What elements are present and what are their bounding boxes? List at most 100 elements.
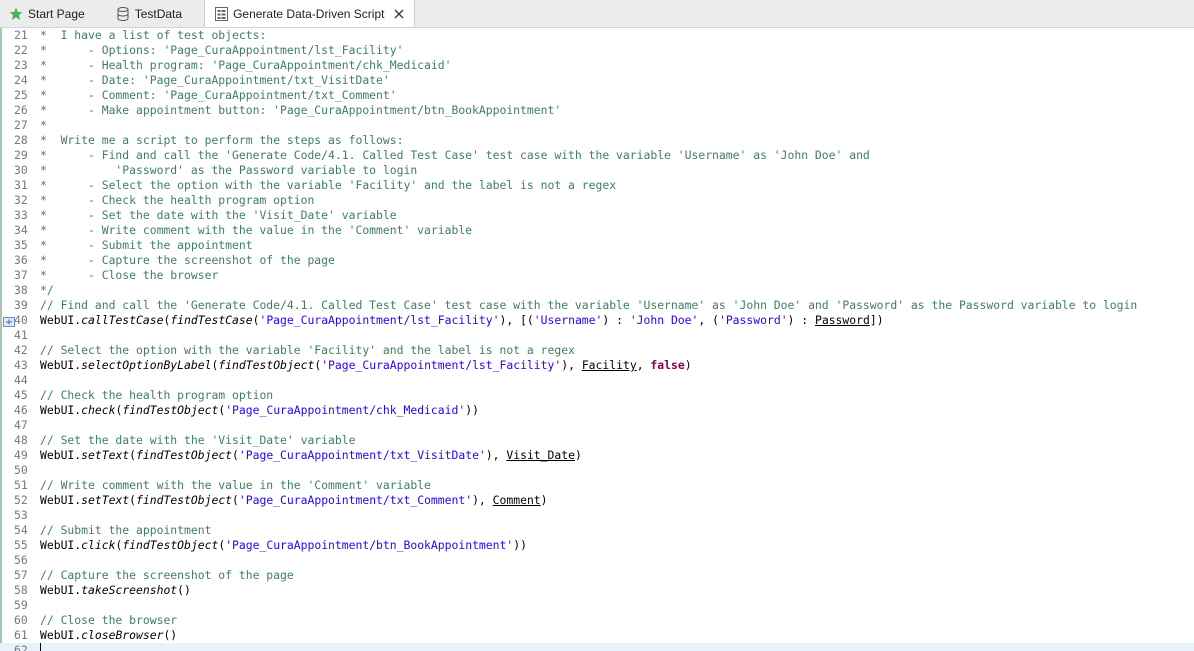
line-number: 41 [14, 328, 28, 342]
code-text: * - Date: 'Page_CuraAppointment/txt_Visi… [40, 73, 390, 87]
code-text: // Close the browser [40, 613, 178, 627]
code-line[interactable]: 27 * [0, 118, 1194, 133]
code-line[interactable]: 22 * - Options: 'Page_CuraAppointment/lst… [0, 43, 1194, 58]
code-text: // Capture the screenshot of the page [40, 568, 294, 582]
line-number: 27 [14, 118, 28, 132]
code-line[interactable]: 34 * - Write comment with the value in th… [0, 223, 1194, 238]
code-line[interactable]: 38 */ [0, 283, 1194, 298]
line-number: 53 [14, 508, 28, 522]
code-line[interactable]: 61 WebUI.closeBrowser() [0, 628, 1194, 643]
code-line[interactable]: 57 // Capture the screenshot of the page [0, 568, 1194, 583]
code-line[interactable]: 48 // Set the date with the 'Visit_Date' … [0, 433, 1194, 448]
tab-testdata[interactable]: TestData [107, 0, 190, 27]
code-line[interactable]: 62 [0, 643, 1194, 651]
line-number: 58 [14, 583, 28, 597]
code-line[interactable]: 36 * - Capture the screenshot of the page [0, 253, 1194, 268]
code-text: * - Write comment with the value in the … [40, 223, 473, 237]
line-number: 36 [14, 253, 28, 267]
code-line[interactable]: 31 * - Select the option with the variabl… [0, 178, 1194, 193]
code-line[interactable]: 46 WebUI.check(findTestObject('Page_CuraA… [0, 403, 1194, 418]
code-text: * I have a list of test objects: [40, 28, 267, 42]
code-line[interactable]: 24 * - Date: 'Page_CuraAppointment/txt_Vi… [0, 73, 1194, 88]
code-line[interactable]: 26 * - Make appointment button: 'Page_Cur… [0, 103, 1194, 118]
code-line[interactable]: 37 * - Close the browser [0, 268, 1194, 283]
code-text: * - Capture the screenshot of the page [40, 253, 335, 267]
code-line[interactable]: 21 * I have a list of test objects: [0, 28, 1194, 43]
line-number: 42 [14, 343, 28, 357]
line-number: 61 [14, 628, 28, 642]
code-text: WebUI.setText(findTestObject('Page_CuraA… [40, 448, 582, 462]
line-number: 50 [14, 463, 28, 477]
line-number: 23 [14, 58, 28, 72]
code-line[interactable]: 50 [0, 463, 1194, 478]
tab-start-page[interactable]: Start Page [0, 0, 93, 27]
code-line[interactable]: 42 // Select the option with the variable… [0, 343, 1194, 358]
code-line[interactable]: 51 // Write comment with the value in the… [0, 478, 1194, 493]
line-number: 46 [14, 403, 28, 417]
code-line[interactable]: 30 * 'Password' as the Password variable … [0, 163, 1194, 178]
code-line[interactable]: 55 WebUI.click(findTestObject('Page_CuraA… [0, 538, 1194, 553]
line-number: 51 [14, 478, 28, 492]
code-text [40, 643, 1194, 651]
code-editor[interactable]: 21 * I have a list of test objects: 22 * - … [0, 28, 1194, 651]
line-number: 45 [14, 388, 28, 402]
line-number: 22 [14, 43, 28, 57]
line-number: 48 [14, 433, 28, 447]
line-number: 25 [14, 88, 28, 102]
line-number: 60 [14, 613, 28, 627]
code-line[interactable]: 53 [0, 508, 1194, 523]
code-line[interactable]: 39 // Find and call the 'Generate Code/4.… [0, 298, 1194, 313]
code-line[interactable]: 23 * - Health program: 'Page_CuraAppointm… [0, 58, 1194, 73]
code-text: WebUI.callTestCase(findTestCase('Page_Cu… [40, 313, 884, 327]
code-line[interactable]: 44 [0, 373, 1194, 388]
code-text: // Set the date with the 'Visit_Date' va… [40, 433, 356, 447]
line-number: 52 [14, 493, 28, 507]
code-text: // Find and call the 'Generate Code/4.1.… [40, 298, 1138, 312]
code-line[interactable]: 25 * - Comment: 'Page_CuraAppointment/txt… [0, 88, 1194, 103]
warning-marker-icon[interactable] [3, 316, 15, 327]
line-number: 31 [14, 178, 28, 192]
code-text: * - Submit the appointment [40, 238, 253, 252]
code-line[interactable]: 52 WebUI.setText(findTestObject('Page_Cur… [0, 493, 1194, 508]
code-text: * - Set the date with the 'Visit_Date' v… [40, 208, 397, 222]
line-number: 30 [14, 163, 28, 177]
code-line[interactable]: 54 // Submit the appointment [0, 523, 1194, 538]
code-text: * Write me a script to perform the steps… [40, 133, 404, 147]
code-text: * [40, 118, 47, 132]
line-number: 40 [0, 313, 40, 328]
line-number: 57 [14, 568, 28, 582]
code-line[interactable]: 49 WebUI.setText(findTestObject('Page_Cur… [0, 448, 1194, 463]
code-line[interactable]: 60 // Close the browser [0, 613, 1194, 628]
line-number: 44 [14, 373, 28, 387]
code-line[interactable]: 28 * Write me a script to perform the ste… [0, 133, 1194, 148]
tab-generate-data-driven-script[interactable]: Generate Data-Driven Script [204, 0, 416, 27]
code-text: * - Make appointment button: 'Page_CuraA… [40, 103, 562, 117]
line-number: 43 [14, 358, 28, 372]
code-line[interactable]: 29 * - Find and call the 'Generate Code/4… [0, 148, 1194, 163]
code-line[interactable]: 58 WebUI.takeScreenshot() [0, 583, 1194, 598]
line-number: 47 [14, 418, 28, 432]
code-text: // Write comment with the value in the '… [40, 478, 431, 492]
line-number: 62 [14, 643, 28, 651]
code-line[interactable]: 35 * - Submit the appointment [0, 238, 1194, 253]
line-number: 55 [14, 538, 28, 552]
code-line[interactable]: 40 WebUI.callTestCase(findTestCase('Page_… [0, 313, 1194, 328]
line-number: 21 [14, 28, 28, 42]
code-line[interactable]: 43 WebUI.selectOptionByLabel(findTestObje… [0, 358, 1194, 373]
line-number: 24 [14, 73, 28, 87]
code-line[interactable]: 45 // Check the health program option [0, 388, 1194, 403]
code-text: // Submit the appointment [40, 523, 212, 537]
line-number: 29 [14, 148, 28, 162]
code-line[interactable]: 33 * - Set the date with the 'Visit_Date'… [0, 208, 1194, 223]
tab-label: TestData [134, 6, 183, 21]
code-line[interactable]: 59 [0, 598, 1194, 613]
code-line[interactable]: 32 * - Check the health program option [0, 193, 1194, 208]
star-icon [8, 6, 24, 22]
line-number: 34 [14, 223, 28, 237]
close-tab-icon[interactable] [392, 7, 406, 21]
code-line[interactable]: 56 [0, 553, 1194, 568]
code-line[interactable]: 41 [0, 328, 1194, 343]
code-line[interactable]: 47 [0, 418, 1194, 433]
line-number: 38 [14, 283, 28, 297]
